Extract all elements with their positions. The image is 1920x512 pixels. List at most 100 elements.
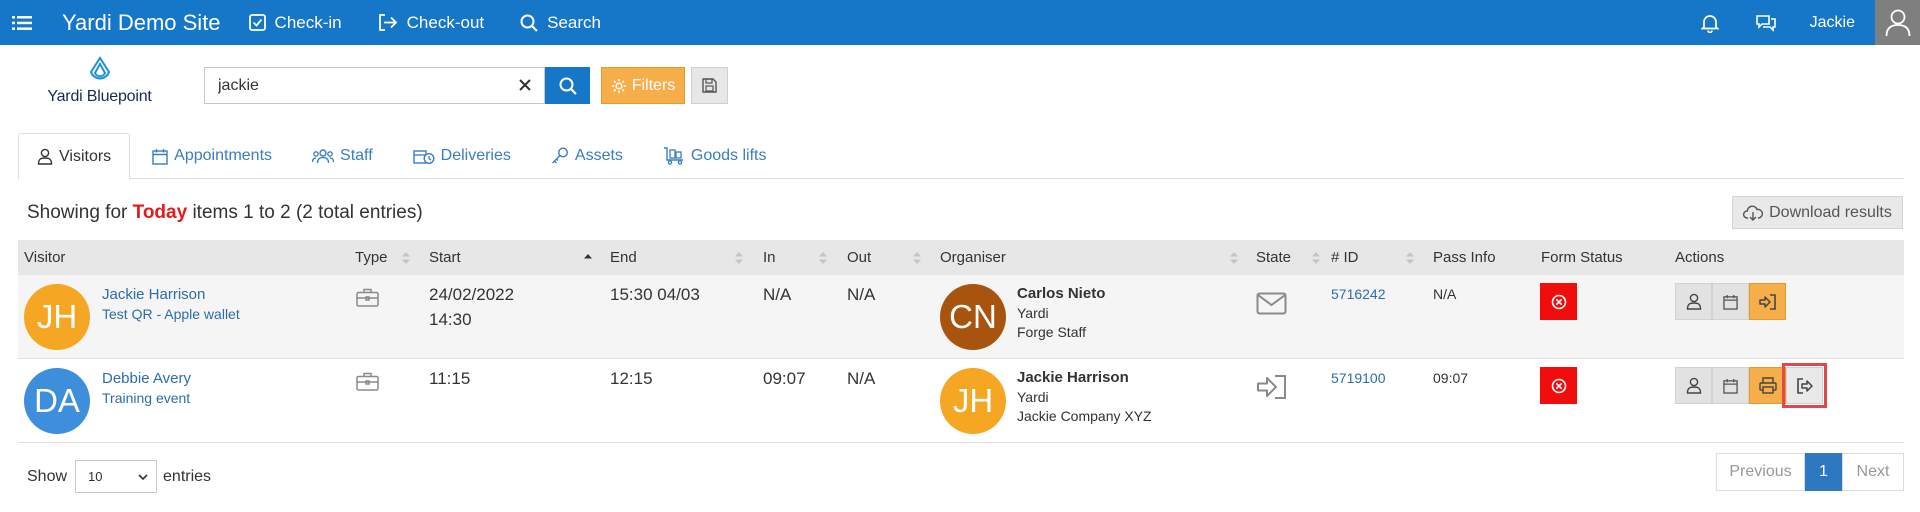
tab-goods-lifts-label: Goods lifts [690, 147, 767, 164]
col-end[interactable]: End [610, 240, 637, 275]
visitor-icon [1686, 377, 1701, 394]
visitor-name-link[interactable]: Debbie Avery [102, 370, 191, 387]
user-avatar[interactable] [1875, 0, 1920, 45]
save-icon [702, 78, 717, 93]
tab-appointments-label: Appointments [174, 147, 273, 164]
key-icon [551, 147, 568, 164]
menu-icon[interactable] [0, 0, 44, 45]
filters-label: Filters [631, 76, 676, 94]
briefcase-icon [356, 288, 379, 312]
col-organiser[interactable]: Organiser [940, 240, 1006, 275]
sort-icon [819, 252, 827, 264]
col-actions: Actions [1675, 249, 1725, 266]
chevron-down-icon [138, 473, 148, 480]
users-icon [312, 148, 335, 163]
visitor-subtitle: Training event [102, 390, 191, 406]
tab-staff[interactable]: Staff [294, 133, 391, 179]
logo-text: Yardi Bluepoint [47, 88, 152, 105]
col-out[interactable]: Out [847, 240, 871, 275]
col-in[interactable]: In [763, 240, 776, 275]
visitor-profile-button[interactable] [1675, 367, 1712, 404]
organiser-company: Yardi [1017, 389, 1049, 405]
delivery-box-icon [412, 149, 435, 164]
col-form-status: Form Status [1541, 249, 1623, 266]
chat-icon[interactable] [1754, 11, 1778, 35]
save-filter-button[interactable] [691, 67, 728, 104]
bell-icon[interactable] [1698, 11, 1722, 35]
tab-deliveries-label: Deliveries [440, 147, 511, 164]
cart-icon [663, 147, 683, 165]
nav-check-in-label: Check-in [274, 12, 342, 32]
app-title[interactable]: Yardi Demo Site [62, 10, 221, 36]
check-out-button[interactable] [1782, 363, 1827, 408]
visitors-table: Visitor Type Start End In Out Organiser … [18, 240, 1904, 443]
visitor-profile-button[interactable] [1675, 283, 1712, 320]
tab-visitors[interactable]: Visitors [18, 133, 131, 180]
summary-period: Today [132, 202, 188, 223]
sort-icon [913, 252, 921, 264]
form-status-button[interactable] [1540, 283, 1577, 320]
clear-icon[interactable] [516, 76, 534, 94]
sort-asc-icon [584, 254, 592, 259]
col-state[interactable]: State [1256, 240, 1291, 275]
printer-icon [1758, 377, 1777, 394]
tab-appointments[interactable]: Appointments [134, 133, 290, 179]
download-results-label: Download results [1769, 203, 1892, 221]
tab-assets-label: Assets [574, 147, 623, 164]
visitor-avatar: JH [24, 284, 90, 350]
search-input[interactable] [205, 76, 505, 95]
calendar-button[interactable] [1712, 367, 1749, 404]
check-in-button[interactable] [1749, 283, 1786, 320]
entries-select[interactable]: 10 [75, 460, 158, 493]
visitor-icon [37, 148, 53, 165]
end-value: 15:30 04/03 [610, 285, 700, 304]
table-header: Visitor Type Start End In Out Organiser … [18, 240, 1904, 275]
form-status-button[interactable] [1540, 367, 1577, 404]
page-1-button[interactable]: 1 [1805, 453, 1842, 491]
nav-check-out-label: Check-out [406, 12, 485, 32]
search-box [204, 67, 545, 104]
sort-icon [402, 252, 410, 264]
organiser-detail: Jackie Company XYZ [1017, 408, 1152, 424]
print-pass-button[interactable] [1749, 367, 1786, 404]
pagination: Previous 1 Next [1716, 453, 1904, 491]
cloud-download-icon [1743, 205, 1764, 221]
search-icon [520, 14, 538, 32]
nav-check-in[interactable]: Check-in [248, 12, 342, 33]
summary-suffix: items 1 to 2 (2 total entries) [192, 202, 423, 223]
tab-deliveries[interactable]: Deliveries [395, 133, 529, 179]
table-row: JH Jackie Harrison Test QR - Apple walle… [18, 275, 1904, 359]
sign-in-icon [1758, 293, 1776, 310]
tab-goods-lifts[interactable]: Goods lifts [645, 133, 785, 179]
nav-search[interactable]: Search [520, 13, 601, 33]
next-page-button[interactable]: Next [1842, 453, 1904, 491]
visitor-name-link[interactable]: Jackie Harrison [102, 286, 205, 303]
col-pass-info[interactable]: Pass Info [1433, 240, 1496, 275]
calendar-button[interactable] [1712, 283, 1749, 320]
out-value: N/A [847, 369, 876, 388]
tab-assets[interactable]: Assets [533, 133, 641, 179]
col-type[interactable]: Type [355, 240, 388, 275]
tab-bar: Visitors Appointments Staff Deliveries A… [18, 133, 1904, 180]
col-id[interactable]: # ID [1331, 240, 1359, 275]
col-start[interactable]: Start [429, 240, 461, 275]
download-results-button[interactable]: Download results [1732, 196, 1903, 229]
filters-button[interactable]: Filters [601, 67, 685, 104]
search-icon [559, 77, 577, 95]
sign-out-icon [378, 14, 397, 31]
nav-search-label: Search [547, 12, 601, 32]
previous-page-button[interactable]: Previous [1716, 453, 1805, 491]
id-link[interactable]: 5716242 [1331, 286, 1386, 302]
sort-icon [1312, 252, 1320, 264]
nav-check-out[interactable]: Check-out [378, 13, 484, 33]
col-visitor[interactable]: Visitor [24, 240, 65, 275]
summary-prefix: Showing for [27, 202, 128, 223]
sort-icon [735, 252, 743, 264]
organiser-name: Carlos Nieto [1017, 285, 1106, 302]
organiser-company: Yardi [1017, 305, 1049, 321]
start-date: 24/02/2022 [429, 285, 515, 304]
id-link[interactable]: 5719100 [1331, 370, 1386, 386]
in-value: 09:07 [763, 369, 806, 388]
user-name[interactable]: Jackie [1810, 14, 1855, 32]
search-button[interactable] [545, 67, 590, 104]
